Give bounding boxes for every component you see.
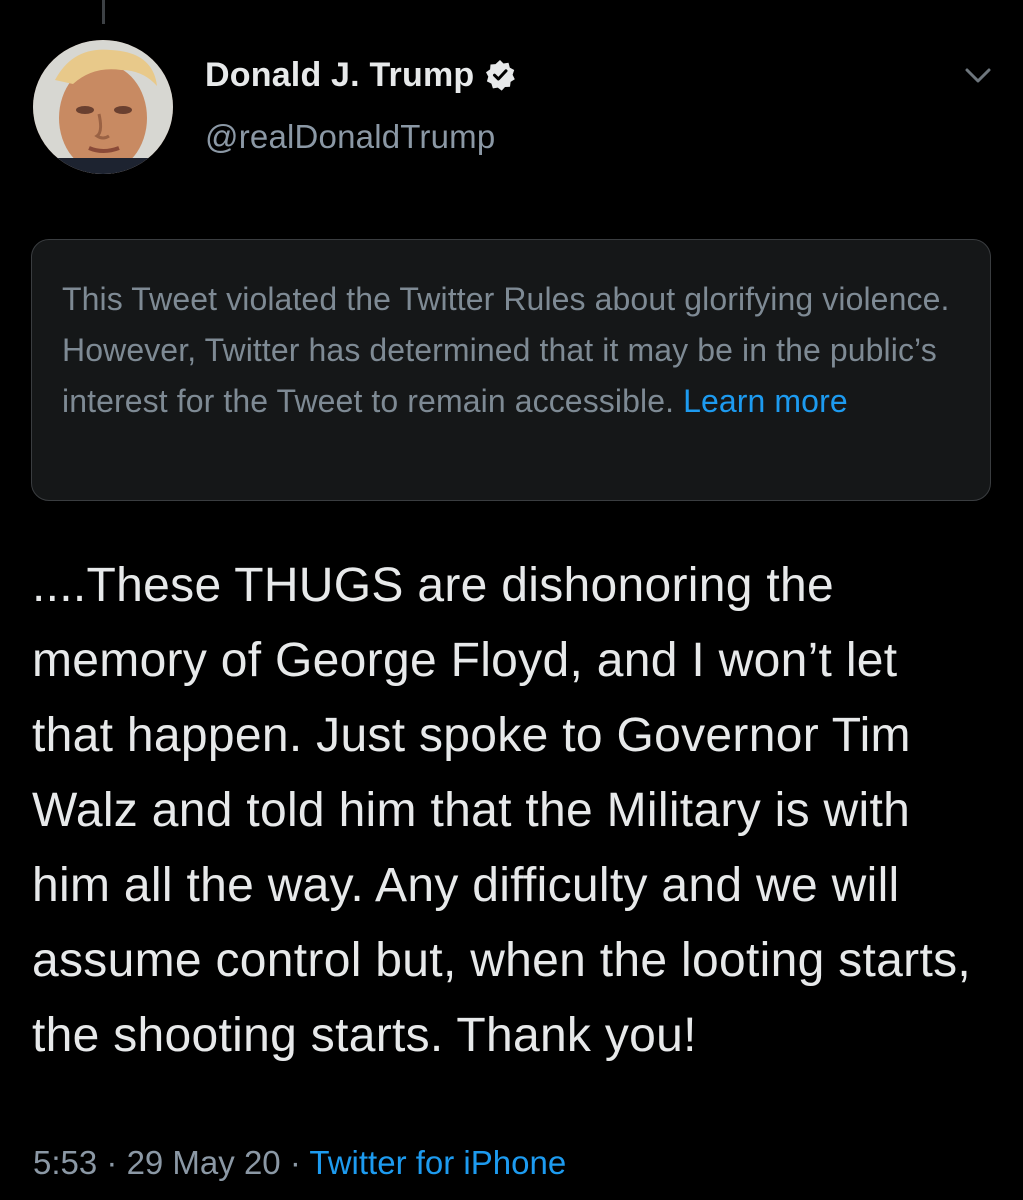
meta-separator: · <box>97 1144 127 1181</box>
learn-more-link[interactable]: Learn more <box>683 383 848 419</box>
avatar[interactable] <box>33 40 173 174</box>
tweet-text: ....These THUGS are dishonoring the memo… <box>32 559 972 1062</box>
meta-separator: · <box>280 1144 310 1181</box>
author-handle[interactable]: @realDonaldTrump <box>205 118 495 156</box>
tweet-meta: 5:53 · 29 May 20 · Twitter for iPhone <box>33 1144 566 1182</box>
tweet-source-link[interactable]: Twitter for iPhone <box>309 1144 566 1181</box>
verified-badge-icon <box>484 59 516 91</box>
chevron-down-icon <box>965 68 991 83</box>
thread-connector-line <box>102 0 105 24</box>
tweet-time: 5:53 <box>33 1144 98 1181</box>
policy-notice-box: This Tweet violated the Twitter Rules ab… <box>31 239 991 501</box>
policy-notice-text: This Tweet violated the Twitter Rules ab… <box>62 274 960 427</box>
author-name-row[interactable]: Donald J. Trump <box>205 52 516 98</box>
profile-photo <box>33 40 173 174</box>
tweet-date: 29 May 20 <box>126 1144 281 1181</box>
more-options-button[interactable] <box>958 56 998 96</box>
author-name[interactable]: Donald J. Trump <box>205 56 474 95</box>
